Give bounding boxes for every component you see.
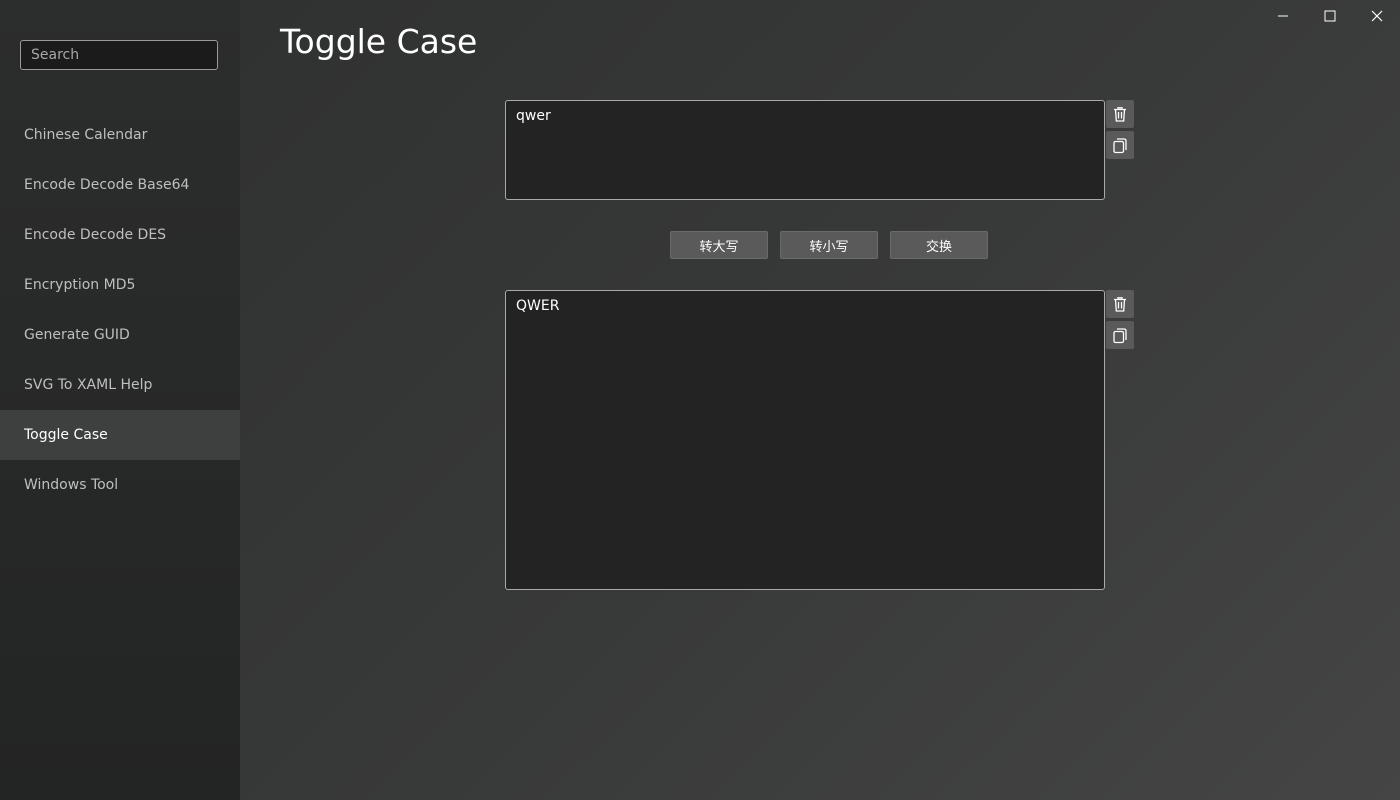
search-box[interactable] — [20, 40, 218, 70]
minimize-button[interactable] — [1260, 0, 1306, 32]
clear-input-button[interactable] — [1106, 100, 1134, 128]
close-icon — [1371, 10, 1383, 22]
trash-icon — [1114, 107, 1126, 122]
sidebar-item-generate-guid[interactable]: Generate GUID — [0, 310, 240, 360]
trash-icon — [1114, 297, 1126, 312]
output-textbox[interactable]: QWER — [505, 290, 1105, 590]
search-input[interactable] — [21, 41, 217, 69]
sidebar-item-windows-tool[interactable]: Windows Tool — [0, 460, 240, 510]
sidebar-item-encode-decode-des[interactable]: Encode Decode DES — [0, 210, 240, 260]
sidebar-item-encryption-md5[interactable]: Encryption MD5 — [0, 260, 240, 310]
app-window: Chinese Calendar Encode Decode Base64 En… — [0, 0, 1400, 800]
sidebar-item-encode-decode-base64[interactable]: Encode Decode Base64 — [0, 160, 240, 210]
to-lowercase-button[interactable]: 转小写 — [780, 231, 878, 259]
swap-button[interactable]: 交换 — [890, 231, 988, 259]
to-uppercase-button[interactable]: 转大写 — [670, 231, 768, 259]
minimize-icon — [1278, 15, 1288, 17]
page-title: Toggle Case — [280, 22, 478, 61]
copy-icon — [1113, 138, 1127, 154]
clear-output-button[interactable] — [1106, 290, 1134, 318]
sidebar-nav: Chinese Calendar Encode Decode Base64 En… — [0, 110, 240, 510]
input-textbox[interactable]: qwer — [505, 100, 1105, 200]
sidebar-item-chinese-calendar[interactable]: Chinese Calendar — [0, 110, 240, 160]
maximize-button[interactable] — [1307, 0, 1353, 32]
copy-input-button[interactable] — [1106, 131, 1134, 159]
sidebar: Chinese Calendar Encode Decode Base64 En… — [0, 0, 240, 800]
copy-output-button[interactable] — [1106, 321, 1134, 349]
sidebar-item-toggle-case[interactable]: Toggle Case — [0, 410, 240, 460]
copy-icon — [1113, 328, 1127, 344]
sidebar-item-svg-to-xaml-help[interactable]: SVG To XAML Help — [0, 360, 240, 410]
maximize-icon — [1324, 10, 1336, 22]
close-button[interactable] — [1354, 0, 1400, 32]
